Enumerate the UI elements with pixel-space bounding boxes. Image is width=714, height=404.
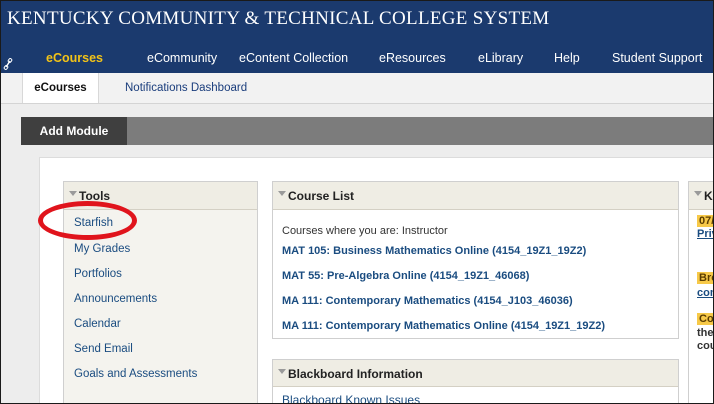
course-link[interactable]: MAT 105: Business Mathematics Online (41…	[282, 245, 586, 257]
tab-notifications-dashboard[interactable]: Notifications Dashboard	[125, 73, 247, 103]
course-role-label: Courses where you are: Instructor	[282, 225, 448, 237]
course-list-panel: Course List Courses where you are: Instr…	[272, 181, 679, 339]
tools-panel: Tools Starfish My Grades Portfolios Anno…	[63, 181, 258, 403]
announcement-link[interactable]: con	[697, 287, 713, 299]
tool-calendar[interactable]: Calendar	[74, 318, 121, 330]
tool-send-email[interactable]: Send Email	[74, 343, 133, 355]
tool-my-grades[interactable]: My Grades	[74, 243, 130, 255]
kctcs-panel-title: KC	[704, 189, 713, 203]
collapse-triangle-icon[interactable]	[278, 369, 286, 374]
add-module-button[interactable]: Add Module	[21, 117, 127, 145]
nav-ecommunity[interactable]: eCommunity	[147, 51, 217, 65]
collapse-triangle-icon[interactable]	[278, 191, 286, 196]
announcement-link[interactable]: Priv	[697, 228, 713, 240]
tools-panel-title: Tools	[79, 189, 111, 203]
institution-title: KENTUCKY COMMUNITY & TECHNICAL COLLEGE S…	[7, 8, 550, 29]
blackboard-information-panel: Blackboard Information Blackboard Known …	[272, 359, 679, 403]
tool-portfolios[interactable]: Portfolios	[74, 268, 122, 280]
course-link[interactable]: MA 111: Contemporary Mathematics (4154_J…	[282, 295, 573, 307]
blackboard-information-header[interactable]: Blackboard Information	[273, 360, 678, 387]
tool-starfish[interactable]: Starfish	[74, 217, 113, 229]
announcement-text: cou	[697, 340, 713, 352]
course-link[interactable]: MAT 55: Pre-Algebra Online (4154_19Z1_46…	[282, 270, 529, 282]
announcement-date: 07/	[697, 215, 713, 227]
blackboard-information-title: Blackboard Information	[288, 367, 423, 381]
course-list-header[interactable]: Course List	[273, 182, 678, 210]
module-content-area: Tools Starfish My Grades Portfolios Anno…	[39, 157, 714, 403]
tool-goals-and-assessments[interactable]: Goals and Assessments	[74, 368, 197, 380]
link-icon	[3, 58, 13, 70]
nav-eresources[interactable]: eResources	[379, 51, 446, 65]
course-link[interactable]: MA 111: Contemporary Mathematics Online …	[282, 320, 605, 332]
brand-header: KENTUCKY COMMUNITY & TECHNICAL COLLEGE S…	[1, 1, 713, 45]
browser-frame: KENTUCKY COMMUNITY & TECHNICAL COLLEGE S…	[0, 0, 714, 404]
nav-ecourses[interactable]: eCourses	[46, 51, 103, 65]
sub-nav: eCourses Notifications Dashboard	[1, 73, 713, 104]
announcement-heading: Co	[697, 313, 714, 325]
tools-list: Starfish My Grades Portfolios Announceme…	[64, 210, 257, 403]
nav-elibrary[interactable]: eLibrary	[478, 51, 523, 65]
tab-ecourses[interactable]: eCourses	[22, 73, 99, 103]
tools-panel-header[interactable]: Tools	[64, 182, 257, 210]
announcement-heading: Bro	[697, 272, 713, 284]
collapse-triangle-icon[interactable]	[69, 191, 77, 196]
collapse-triangle-icon[interactable]	[694, 191, 702, 196]
announcement-text: the	[697, 327, 714, 339]
nav-econtent-collection[interactable]: eContent Collection	[239, 51, 348, 65]
nav-student-support[interactable]: Student Support	[612, 51, 702, 65]
kctcs-panel-header[interactable]: KC	[689, 182, 713, 210]
top-nav: eCourses eCommunity eContent Collection …	[1, 45, 713, 73]
nav-help[interactable]: Help	[554, 51, 580, 65]
kctcs-panel: KC 07/ Priv Bro con Co the cou 1	[688, 181, 714, 403]
blackboard-known-issues-link[interactable]: Blackboard Known Issues	[282, 393, 420, 403]
tool-announcements[interactable]: Announcements	[74, 293, 157, 305]
course-list-title: Course List	[288, 189, 355, 203]
